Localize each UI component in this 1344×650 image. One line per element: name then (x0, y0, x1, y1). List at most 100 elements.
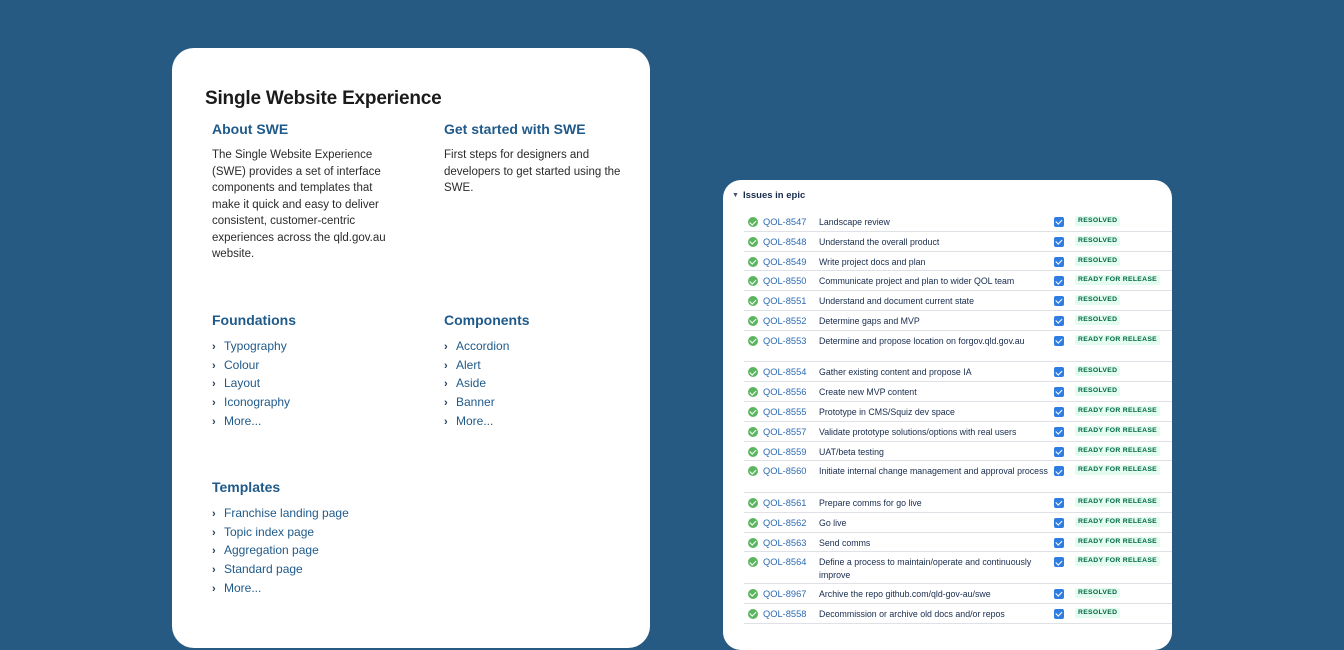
foundations-link[interactable]: › Layout (212, 375, 412, 394)
checkbox-checked-icon[interactable] (1054, 335, 1064, 346)
issue-key-link[interactable]: QOL-8552 (763, 315, 819, 327)
issue-key-link[interactable]: QOL-8967 (763, 588, 819, 600)
issue-key-link[interactable]: QOL-8558 (763, 608, 819, 620)
issue-key-link[interactable]: QOL-8556 (763, 386, 819, 398)
checkbox-checked-icon[interactable] (1054, 256, 1064, 267)
components-link-label: Banner (456, 395, 495, 410)
checkbox-checked-icon[interactable] (1054, 588, 1064, 599)
components-heading[interactable]: Components (444, 312, 644, 328)
issue-key-link[interactable]: QOL-8557 (763, 426, 819, 438)
checkbox-checked-icon[interactable] (1054, 466, 1064, 477)
checkbox-checked-icon[interactable] (1054, 557, 1064, 568)
issue-key-link[interactable]: QOL-8562 (763, 517, 819, 529)
checkbox-checked-icon[interactable] (1054, 406, 1064, 417)
components-link[interactable]: › Accordion (444, 338, 644, 357)
templates-heading[interactable]: Templates (212, 479, 412, 495)
table-row[interactable]: QOL-8552 Determine gaps and MVP RESOLVED (744, 311, 1172, 331)
table-row[interactable]: QOL-8558 Decommission or archive old docs… (744, 604, 1172, 624)
table-row[interactable]: QOL-8564 Define a process to maintain/ope… (744, 552, 1172, 584)
components-link[interactable]: › More... (444, 413, 644, 432)
issue-summary: Decommission or archive old docs and/or … (819, 608, 1005, 619)
check-circle-icon (748, 217, 758, 227)
foundations-link[interactable]: › Colour (212, 357, 412, 376)
issue-key-link[interactable]: QOL-8559 (763, 446, 819, 458)
components-section: Components › Accordion › Alert › Aside › Ban… (444, 312, 644, 432)
checkbox-checked-icon[interactable] (1054, 497, 1064, 508)
issue-summary: UAT/beta testing (819, 446, 884, 457)
issue-key-link[interactable]: QOL-8563 (763, 537, 819, 549)
checkbox-checked-icon[interactable] (1054, 517, 1064, 528)
issue-key-link[interactable]: QOL-8560 (763, 465, 819, 477)
issue-key-link[interactable]: QOL-8550 (763, 275, 819, 287)
templates-link-label: Topic index page (224, 524, 315, 539)
chevron-right-icon: › (212, 508, 216, 520)
foundations-link[interactable]: › Typography (212, 338, 412, 357)
issue-key-link[interactable]: QOL-8549 (763, 256, 819, 268)
templates-link[interactable]: › Topic index page (212, 524, 412, 543)
templates-link[interactable]: › More... (212, 580, 412, 599)
checkbox-checked-icon[interactable] (1054, 387, 1064, 398)
status-badge: READY FOR RELEASE (1075, 556, 1160, 567)
foundations-heading[interactable]: Foundations (212, 312, 412, 328)
issue-key-link[interactable]: QOL-8554 (763, 366, 819, 378)
checkbox-checked-icon[interactable] (1054, 217, 1064, 227)
table-row[interactable]: QOL-8557 Validate prototype solutions/opt… (744, 422, 1172, 442)
table-row[interactable]: QOL-8549 Write project docs and plan RESOL… (744, 252, 1172, 272)
issues-in-epic-toggle[interactable]: ▼ Issues in epic (732, 190, 805, 201)
get-started-heading[interactable]: Get started with SWE (444, 121, 624, 137)
table-row[interactable]: QOL-8547 Landscape review RESOLVED (744, 212, 1172, 232)
issue-summary: Go live (819, 517, 847, 528)
epic-issues-panel: ▼ Issues in epic QOL-8547 Landscape review… (723, 180, 1172, 650)
templates-link[interactable]: › Aggregation page (212, 542, 412, 561)
checkbox-checked-icon[interactable] (1054, 296, 1064, 307)
checkbox-checked-icon[interactable] (1054, 426, 1064, 437)
table-row[interactable]: QOL-8553 Determine and propose location o… (744, 331, 1172, 363)
issue-key-link[interactable]: QOL-8551 (763, 295, 819, 307)
table-row[interactable]: QOL-8554 Gather existing content and prop… (744, 362, 1172, 383)
check-circle-icon (748, 446, 758, 457)
status-badge: RESOLVED (1075, 366, 1121, 377)
issue-key-link[interactable]: QOL-8553 (763, 335, 819, 347)
foundations-link[interactable]: › Iconography (212, 394, 412, 413)
table-row[interactable]: QOL-8562 Go live READY FOR RELEASE (744, 513, 1172, 533)
components-link[interactable]: › Alert (444, 357, 644, 376)
checkbox-checked-icon[interactable] (1054, 608, 1064, 619)
issue-key-link[interactable]: QOL-8561 (763, 497, 819, 509)
templates-link[interactable]: › Franchise landing page (212, 505, 412, 524)
table-row[interactable]: QOL-8556 Create new MVP content RESOLVED (744, 382, 1172, 402)
checkbox-checked-icon[interactable] (1054, 315, 1064, 326)
checkbox-checked-icon[interactable] (1054, 367, 1064, 378)
components-link[interactable]: › Aside (444, 375, 644, 394)
table-row[interactable]: QOL-8551 Understand and document current … (744, 291, 1172, 311)
table-row[interactable]: QOL-8560 Initiate internal change managem… (744, 461, 1172, 493)
table-row[interactable]: QOL-8967 Archive the repo github.com/qld-… (744, 584, 1172, 604)
foundations-link-label: More... (224, 413, 262, 428)
chevron-right-icon: › (444, 359, 448, 372)
templates-link[interactable]: › Standard page (212, 561, 412, 580)
table-row[interactable]: QOL-8548 Understand the overall product RE… (744, 232, 1172, 252)
issue-summary: Write project docs and plan (819, 256, 926, 267)
check-circle-icon (748, 426, 758, 437)
issue-key-link[interactable]: QOL-8548 (763, 236, 819, 248)
chevron-right-icon: › (212, 582, 216, 595)
checkbox-checked-icon[interactable] (1054, 446, 1064, 457)
table-row[interactable]: QOL-8555 Prototype in CMS/Squiz dev space… (744, 402, 1172, 422)
table-row[interactable]: QOL-8561 Prepare comms for go live READY F… (744, 493, 1172, 513)
status-badge: READY FOR RELEASE (1075, 334, 1160, 345)
about-heading[interactable]: About SWE (212, 121, 392, 137)
issue-summary: Define a process to maintain/operate and… (819, 557, 1032, 580)
table-row[interactable]: QOL-8559 UAT/beta testing READY FOR RELEAS… (744, 442, 1172, 462)
table-row[interactable]: QOL-8563 Send comms READY FOR RELEASE (744, 533, 1172, 553)
checkbox-checked-icon[interactable] (1054, 236, 1064, 247)
table-row[interactable]: QOL-8550 Communicate project and plan to … (744, 271, 1172, 292)
chevron-right-icon: › (212, 545, 216, 558)
foundations-link[interactable]: › More... (212, 413, 412, 432)
components-link[interactable]: › Banner (444, 394, 644, 413)
issues-table: QOL-8547 Landscape review RESOLVED QOL-854… (744, 212, 1172, 624)
checkbox-checked-icon[interactable] (1054, 276, 1064, 287)
issue-key-link[interactable]: QOL-8555 (763, 406, 819, 418)
issue-key-link[interactable]: QOL-8564 (763, 556, 819, 568)
status-badge: READY FOR RELEASE (1075, 275, 1160, 286)
checkbox-checked-icon[interactable] (1054, 537, 1064, 548)
issue-key-link[interactable]: QOL-8547 (763, 216, 819, 228)
